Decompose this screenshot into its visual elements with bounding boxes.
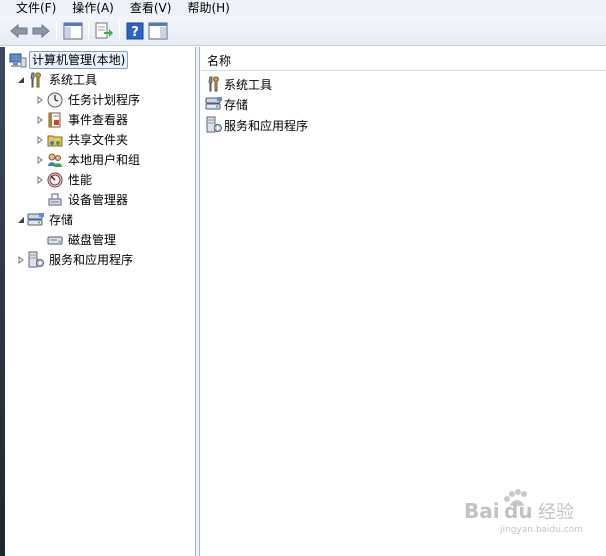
expanded-arrow-icon[interactable] — [15, 70, 27, 90]
tree-label: 设备管理器 — [68, 193, 129, 207]
device-manager-icon — [46, 191, 64, 209]
tree-label: 磁盘管理 — [68, 233, 117, 247]
tree-label: 系统工具 — [49, 73, 98, 87]
tools-icon — [205, 75, 223, 93]
console-tree: 计算机管理(本地) 系统工具 任务计划程序 事件查看器 共享文件夹 本地用户和组… — [5, 47, 196, 556]
help-icon[interactable]: ? — [124, 20, 146, 42]
collapsed-arrow-icon[interactable] — [15, 250, 27, 270]
toolbar-separator — [88, 21, 89, 41]
clock-icon — [46, 91, 64, 109]
list-item-services-applications[interactable]: 服务和应用程序 — [205, 115, 308, 135]
export-list-icon[interactable] — [93, 20, 115, 42]
tree-label: 任务计划程序 — [68, 93, 141, 107]
computer-management-icon — [9, 51, 27, 69]
column-header-label: 名称 — [207, 54, 232, 68]
show-hide-action-pane-icon[interactable] — [147, 20, 169, 42]
performance-gauge-icon — [46, 171, 64, 189]
list-item-label: 系统工具 — [224, 77, 273, 92]
tree-label: 本地用户和组 — [68, 153, 141, 167]
list-item-label: 存储 — [224, 97, 249, 112]
toolbar: ? — [0, 16, 606, 46]
tree-label: 性能 — [68, 173, 93, 187]
menu-action[interactable]: 操作(A) — [64, 1, 122, 16]
menu-file[interactable]: 文件(F) — [8, 1, 64, 16]
svg-text:?: ? — [131, 25, 139, 40]
collapsed-arrow-icon[interactable] — [34, 150, 46, 170]
menu-help[interactable]: 帮助(H) — [179, 1, 237, 16]
tree-item-task-scheduler[interactable]: 任务计划程序 — [34, 90, 142, 110]
back-icon[interactable] — [8, 20, 30, 42]
tree-item-performance[interactable]: 性能 — [34, 170, 94, 190]
tree-label: 共享文件夹 — [68, 133, 129, 147]
tree-item-system-tools[interactable]: 系统工具 — [15, 70, 99, 90]
storage-icon — [205, 95, 223, 113]
collapsed-arrow-icon[interactable] — [34, 90, 46, 110]
collapsed-arrow-icon[interactable] — [34, 170, 46, 190]
toolbar-separator — [119, 21, 120, 41]
tree-item-device-manager[interactable]: 设备管理器 — [34, 190, 130, 210]
list-item-system-tools[interactable]: 系统工具 — [205, 74, 272, 94]
collapsed-arrow-icon[interactable] — [34, 110, 46, 130]
tree-label: 事件查看器 — [68, 113, 129, 127]
column-header-name[interactable]: 名称 — [201, 51, 606, 71]
tools-icon — [27, 71, 45, 89]
tree-label: 计算机管理(本地) — [29, 51, 129, 69]
forward-icon[interactable] — [30, 20, 52, 42]
tree-label: 服务和应用程序 — [49, 253, 134, 267]
tree-item-local-users-groups[interactable]: 本地用户和组 — [34, 150, 142, 170]
expanded-arrow-icon[interactable] — [15, 210, 27, 230]
event-log-icon — [46, 111, 64, 129]
tree-item-services-applications[interactable]: 服务和应用程序 — [15, 250, 135, 270]
services-icon — [27, 251, 45, 269]
tree-item-shared-folders[interactable]: 共享文件夹 — [34, 130, 130, 150]
pane-splitter[interactable] — [196, 47, 200, 556]
tree-item-event-viewer[interactable]: 事件查看器 — [34, 110, 130, 130]
users-icon — [46, 151, 64, 169]
menu-bar: 文件(F) 操作(A) 查看(V) 帮助(H) — [0, 0, 606, 16]
tree-label: 存储 — [49, 213, 74, 227]
disk-icon — [46, 231, 64, 249]
tree-item-storage[interactable]: 存储 — [15, 210, 75, 230]
list-item-label: 服务和应用程序 — [224, 118, 309, 133]
list-item-storage[interactable]: 存储 — [205, 94, 248, 114]
toolbar-separator — [56, 21, 57, 41]
shared-folder-icon — [46, 131, 64, 149]
services-icon — [205, 116, 223, 134]
storage-icon — [27, 211, 45, 229]
collapsed-arrow-icon[interactable] — [34, 130, 46, 150]
menu-view[interactable]: 查看(V) — [122, 1, 180, 16]
details-pane: 名称 系统工具 存储 服务和应用程序 — [201, 47, 606, 556]
show-hide-tree-icon[interactable] — [62, 20, 84, 42]
tree-item-computer-management[interactable]: 计算机管理(本地) — [9, 50, 129, 70]
tree-item-disk-management[interactable]: 磁盘管理 — [34, 230, 118, 250]
